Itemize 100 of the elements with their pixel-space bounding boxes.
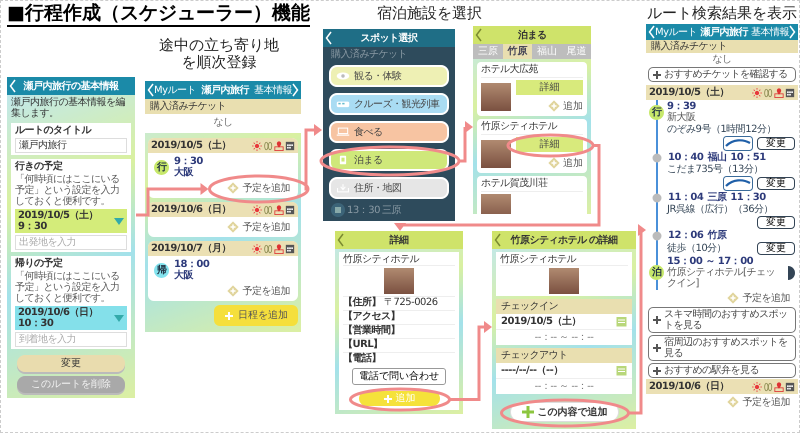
hotel-name: 竹原シティホテル	[481, 121, 583, 135]
footprints-icon	[263, 204, 273, 214]
location-field[interactable]: 到着地を入力	[15, 332, 127, 347]
download-icon	[336, 182, 350, 194]
stop-dot-icon	[652, 152, 662, 162]
date-time-select[interactable]: 2019/10/6（日） 10：30	[15, 306, 127, 330]
change-button[interactable]: 変更	[757, 216, 795, 229]
badge: 行	[649, 104, 664, 120]
recommend-button[interactable]: おすすめチケットを確認する	[648, 67, 796, 82]
time-text: 13：30	[347, 204, 380, 216]
add-plan-button[interactable]: 予定を追加	[218, 178, 298, 198]
plus-icon	[520, 405, 534, 419]
time-text: 10：51	[730, 152, 766, 163]
change-button[interactable]: 変更	[757, 137, 795, 150]
field-label: 帰りの予定	[15, 258, 64, 269]
recommend-button[interactable]: おすすめの駅弁を見る	[648, 363, 796, 378]
area-tab[interactable]: 竹原	[502, 44, 532, 59]
place-text: 福山	[707, 152, 726, 163]
time-text: 11：30	[730, 192, 766, 203]
footprints-icon	[763, 88, 773, 98]
intro-text: 瀬戸内旅行の基本情報を編集します。	[10, 96, 126, 121]
hotel-name: 竹原シティホテル	[500, 254, 628, 266]
facility-name: 竹原シティホテル	[343, 254, 455, 266]
footprints-icon	[263, 140, 273, 150]
field-label: 【URL】	[343, 339, 383, 350]
category-button[interactable]: 食べる	[329, 121, 449, 143]
tray-icon	[336, 126, 350, 138]
section-heading: チェックイン	[496, 299, 632, 314]
category-button[interactable]: 観る・体験	[329, 65, 449, 87]
recommend-button[interactable]: 宿周辺のおすすめスポットを見る	[648, 335, 796, 361]
add-plan-button[interactable]: 予定を追加	[718, 394, 798, 410]
map-pin-icon	[274, 140, 284, 150]
stop-dot-icon	[652, 192, 662, 202]
time-text: 18：00	[174, 259, 210, 270]
time-field[interactable]: --：-- ～ --：--	[496, 330, 632, 345]
category-button[interactable]: 住所・地図	[329, 177, 449, 199]
category-button[interactable]: クルーズ・観光列車	[329, 93, 449, 115]
add-button[interactable]: 追加	[547, 99, 583, 113]
eye-icon	[336, 70, 350, 82]
forward-link[interactable]: 基本情報	[751, 25, 796, 39]
recommend-button[interactable]: スキマ時間のおすすめスポットを見る	[648, 307, 796, 333]
badge: 帰	[154, 262, 169, 278]
screen-title: 詳細	[388, 234, 410, 246]
back-icon	[494, 233, 501, 247]
submit-button[interactable]: この内容で追加	[510, 402, 618, 422]
empty-text: なし	[712, 53, 732, 66]
category-button[interactable]: 泊まる	[329, 149, 449, 171]
hint-text: 「何時頃にはここにいる予定」という設定を入力しておくと便利です。	[15, 174, 120, 207]
add-plan-button[interactable]: 予定を追加	[718, 290, 798, 306]
detail-button[interactable]: 詳細	[516, 137, 583, 152]
date-field[interactable]: ----/--/--（--）	[501, 365, 563, 376]
date-field[interactable]: 2019/10/5（土）	[501, 316, 582, 327]
train-name: のぞみ9号（1時間12分）	[667, 124, 776, 135]
forward-icon	[292, 83, 299, 97]
title-field[interactable]: 瀬戸内旅行	[15, 138, 127, 153]
section-heading: 購入済みチケット	[145, 99, 301, 114]
forward-link[interactable]: 基本情報	[254, 83, 299, 97]
field-label: 【住所】	[343, 297, 381, 308]
hint-text: 「何時頃にはここにいる予定」という設定を入力しておくと便利です。	[15, 271, 120, 304]
calendar-icon	[785, 88, 795, 98]
add-button[interactable]: 追加	[547, 156, 583, 170]
date-label: 2019/10/6（日）	[649, 381, 730, 392]
caption: 宿泊施設を選択	[377, 5, 482, 22]
add-day-button[interactable]: 日程を追加	[214, 305, 298, 326]
date-time-select[interactable]: 2019/10/5（土） 9：30	[15, 209, 127, 233]
contact-button[interactable]: 電話で問い合わせ	[352, 368, 446, 385]
add-plan-button[interactable]: 予定を追加	[218, 281, 298, 301]
hotel-name: ホテル大広苑	[481, 64, 583, 78]
update-button[interactable]: 変更	[17, 355, 125, 372]
change-button[interactable]: 変更	[757, 242, 795, 255]
date-label: 2019/10/7（月）	[151, 243, 232, 254]
place-text: 大阪	[174, 270, 194, 281]
calendar-icon	[785, 382, 795, 392]
sun-icon	[252, 140, 262, 150]
change-button[interactable]: 変更	[757, 177, 795, 190]
calendar-icon	[285, 140, 295, 150]
location-field[interactable]: 出発地を入力	[15, 235, 127, 250]
badge: 行	[154, 160, 169, 174]
screen-title: 泊まる	[516, 30, 548, 40]
map-pin-icon	[274, 244, 284, 254]
field-label: 【アクセス】	[343, 311, 400, 322]
badge: 泊	[649, 265, 664, 280]
empty-text: なし	[212, 116, 234, 130]
screen-title: 竹原シティホテル の詳細	[509, 234, 619, 246]
section-heading: 購入済みチケット	[330, 48, 408, 62]
stop-dot-icon	[652, 230, 662, 240]
back-link[interactable]: Myルート	[147, 83, 196, 97]
caret-icon	[114, 218, 124, 224]
date-label: 2019/10/5（土）	[151, 140, 232, 151]
time-text: 9：30	[174, 156, 203, 167]
sun-icon	[252, 204, 262, 214]
train-name: こだま735号（13分）	[667, 164, 763, 175]
add-plan-button[interactable]: 予定を追加	[218, 217, 298, 237]
time-field[interactable]: --：-- ～ --：--	[496, 379, 632, 394]
calendar-icon	[285, 244, 295, 254]
caption: ルート検索結果を表示	[647, 5, 797, 22]
caret-icon	[114, 314, 124, 322]
detail-button[interactable]: 詳細	[516, 80, 583, 95]
back-link[interactable]: Myルート	[648, 25, 698, 39]
photo-placeholder	[481, 194, 511, 214]
